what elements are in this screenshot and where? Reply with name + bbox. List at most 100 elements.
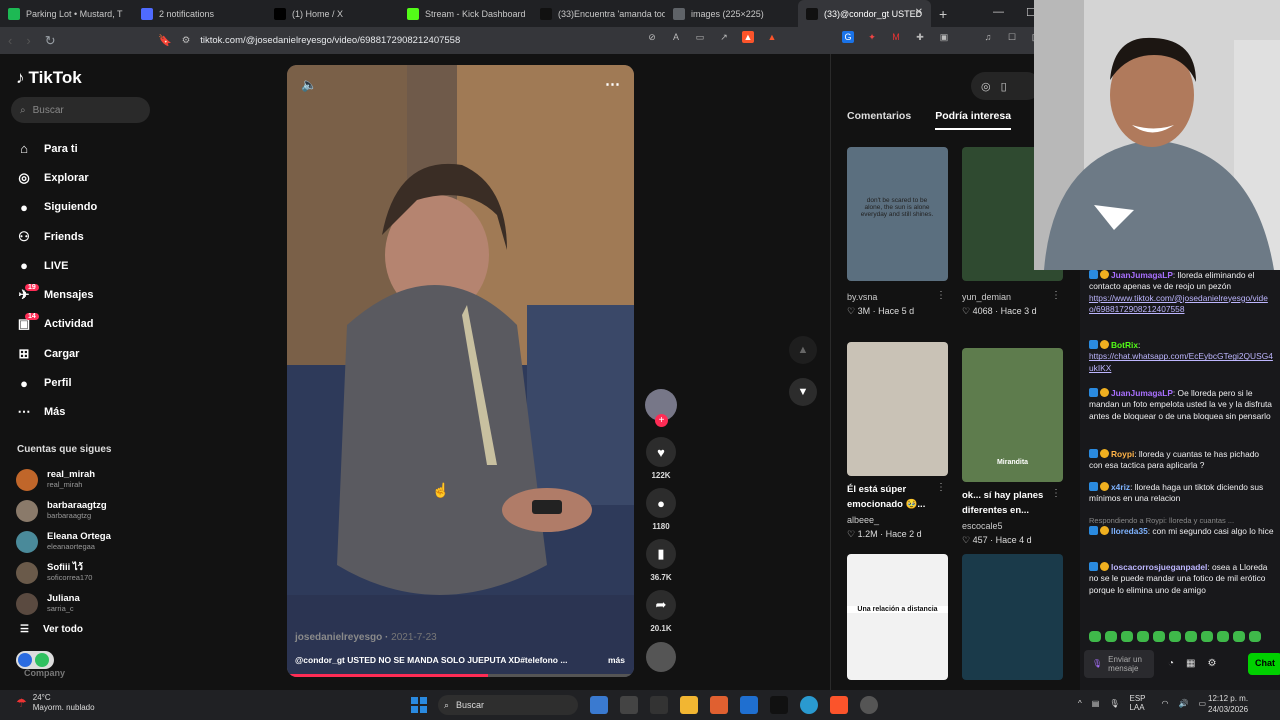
video-thumbnail[interactable]: Mirandita (962, 348, 1063, 482)
video-author[interactable]: josedanielreyesgo · 2021-7-23 (295, 632, 437, 643)
microphone-icon[interactable]: 🎙 (1092, 658, 1102, 669)
brave-rewards-icon[interactable]: ▲ (766, 31, 778, 43)
see-all-link[interactable]: ☰ Ver todo (20, 624, 83, 635)
more-options-icon[interactable]: ⋯ (605, 75, 620, 93)
more-options-icon[interactable]: ⋮ (936, 482, 946, 493)
video-thumbnail[interactable]: Una relación a distancia (847, 554, 948, 680)
network-icon[interactable]: ▤ (1092, 699, 1100, 708)
app-icon[interactable] (770, 696, 788, 714)
speaker-icon[interactable]: 🔊 (1178, 699, 1188, 708)
emote-icon[interactable] (1185, 631, 1197, 642)
app-icon[interactable] (710, 696, 728, 714)
wallet-icon[interactable]: ▦ (1186, 658, 1195, 669)
new-tab-icon[interactable]: + (939, 6, 947, 22)
more-options-icon[interactable]: ⋮ (1051, 488, 1061, 499)
menu-item-más[interactable]: ⋯ Más (16, 398, 166, 427)
microphone-icon[interactable]: 🎙 (1109, 699, 1119, 708)
extension-icon[interactable]: M (890, 31, 902, 43)
tab-related[interactable]: Podría interesa (935, 110, 1012, 130)
browser-tab[interactable]: Parking Lot • Mustard, T (0, 0, 133, 27)
forward-icon[interactable]: › (26, 33, 30, 48)
chat-username[interactable]: x4riz (1111, 482, 1130, 492)
emote-icon[interactable] (1201, 631, 1213, 642)
browser-tab[interactable]: (1) Home / X (266, 0, 399, 27)
compass-icon[interactable]: ◎ (981, 80, 991, 93)
app-icon[interactable] (620, 696, 638, 714)
following-item[interactable]: Sofiii ไว้ soficorrea170 (16, 557, 166, 588)
player-toggle[interactable] (16, 651, 54, 669)
back-icon[interactable]: ‹ (8, 33, 12, 48)
menu-item-para-ti[interactable]: ⌂ Para ti (16, 134, 166, 163)
sidebar-icon[interactable]: ▣ (938, 31, 950, 43)
following-item[interactable]: barbaraagtzg barbaraagtzg (16, 495, 166, 526)
taskbar-search[interactable]: ⌕ Buscar (438, 695, 578, 715)
tiktok-logo[interactable]: ♪ TikTok (16, 68, 82, 88)
app-icon[interactable] (740, 696, 758, 714)
menu-item-live[interactable]: ● LIVE (16, 251, 166, 280)
related-video-card[interactable]: don't be scared to be alone, the sun is … (847, 147, 948, 317)
chevron-up-icon[interactable]: ^ (1078, 699, 1082, 708)
chat-username[interactable]: BotRix (1111, 340, 1138, 350)
search-input[interactable]: ⌕ Buscar (11, 97, 150, 123)
puzzle-icon[interactable]: ✚ (914, 31, 926, 43)
menu-item-siguiendo[interactable]: ● Siguiendo (16, 193, 166, 222)
menu-item-explorar[interactable]: ◎ Explorar (16, 163, 166, 192)
follow-plus-icon[interactable]: + (655, 414, 668, 427)
caption-more-link[interactable]: más (608, 655, 625, 665)
browser-tab[interactable]: Stream - Kick Dashboard (399, 0, 532, 27)
comment-button[interactable]: ● (646, 488, 676, 518)
site-info-icon[interactable]: ⚙ (182, 35, 191, 46)
clock[interactable]: 12:12 p. m. 24/03/2026 (1208, 693, 1248, 715)
related-video-card[interactable]: Él está súper emocionado 🥹... albeee_ ♡ 1.… (847, 342, 948, 540)
app-icon[interactable] (860, 696, 878, 714)
emote-icon[interactable] (1153, 631, 1165, 642)
app-icon[interactable] (590, 696, 608, 714)
emote-icon[interactable] (1105, 631, 1117, 642)
next-video-button[interactable]: ▼ (789, 378, 817, 406)
previous-video-button[interactable]: ▲ (789, 336, 817, 364)
edge-icon[interactable] (800, 696, 818, 714)
browser-tab[interactable]: 2 notifications (133, 0, 266, 27)
volume-icon[interactable]: 🔈 (301, 77, 317, 93)
share-button[interactable]: ➦ (646, 590, 676, 620)
translate-icon[interactable]: A (670, 31, 682, 43)
like-button[interactable]: ♥ (646, 437, 676, 467)
chat-username[interactable]: JuanJumagaLP (1111, 388, 1173, 398)
bookmark-icon[interactable]: 🔖 (158, 34, 172, 47)
video-progress[interactable] (287, 674, 634, 677)
extension-icon[interactable]: G (842, 31, 854, 43)
address-bar[interactable]: 🔖 ⚙ tiktok.com/@josedanielreyesgo/video/… (158, 30, 640, 51)
extension-icon[interactable]: ✦ (866, 31, 878, 43)
card-author[interactable]: yun_demian (962, 292, 1063, 302)
settings-icon[interactable]: ⚙ (1208, 658, 1217, 669)
video-thumbnail[interactable] (847, 342, 948, 476)
emote-picker-icon[interactable]: ◔ (1168, 658, 1174, 669)
eye-off-icon[interactable]: ⊘ (646, 31, 658, 43)
emote-icon[interactable] (1233, 631, 1245, 642)
video-thumbnail[interactable] (962, 554, 1063, 680)
following-item[interactable]: Juliana sarria_c (16, 588, 166, 619)
chat-username[interactable]: JuanJumagaLP (1111, 270, 1173, 280)
wifi-icon[interactable]: ◠ (1161, 699, 1168, 708)
minimize-icon[interactable]: — (993, 6, 1004, 19)
company-link[interactable]: Company (24, 668, 65, 678)
reload-icon[interactable]: ↻ (45, 33, 56, 49)
chat-username[interactable]: lloreda35 (1111, 526, 1148, 536)
following-item[interactable]: real_mirah real_mirah (16, 464, 166, 495)
emote-icon[interactable] (1217, 631, 1229, 642)
close-tab-icon[interactable]: ✕ (915, 7, 923, 18)
tab-comments[interactable]: Comentarios (847, 110, 911, 130)
music-disc[interactable] (646, 642, 676, 672)
brave-icon[interactable] (830, 696, 848, 714)
weather-widget[interactable]: ☂ 24°C Mayorm. nublado (16, 693, 95, 713)
browser-tab[interactable]: (33)@condor_gt USTED ✕ (798, 0, 931, 27)
following-item[interactable]: Eleana Ortega eleanaortegaa (16, 526, 166, 557)
chat-link[interactable]: https://chat.whatsapp.com/EcEybcGTegi2QU… (1089, 351, 1274, 374)
menu-item-actividad[interactable]: ▣ 14 Actividad (16, 310, 166, 339)
emote-icon[interactable] (1249, 631, 1261, 642)
card-author[interactable]: escocale5 (962, 521, 1063, 531)
related-video-card[interactable]: Mirandita ok... sí hay planes diferentes … (962, 348, 1063, 546)
card-author[interactable]: by.vsna (847, 292, 948, 302)
app-icon[interactable] (680, 696, 698, 714)
video-thumbnail[interactable]: don't be scared to be alone, the sun is … (847, 147, 948, 281)
